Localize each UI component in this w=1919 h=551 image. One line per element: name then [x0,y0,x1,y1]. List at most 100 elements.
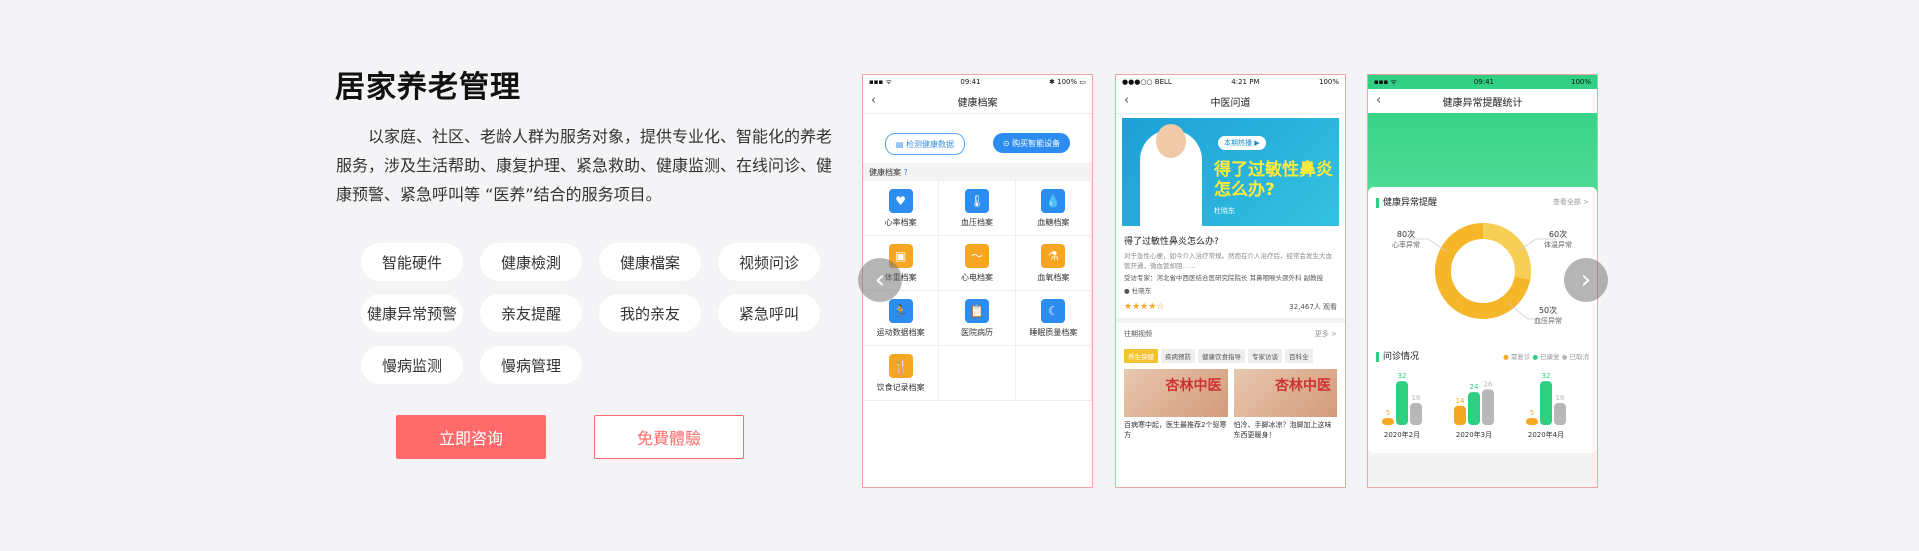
empty-cell [939,346,1016,401]
video-item[interactable]: 杏林中医 百病寒中起，医生最推荐2个驱寒方 [1124,369,1228,443]
feature-tag[interactable]: 健康檢測 [480,243,582,281]
x-tick-label: 2020年3月 [1456,430,1492,439]
bar-value-label: 26 [1484,380,1493,388]
feature-tag[interactable]: 健康檔案 [599,243,701,281]
screen-title: 中医问道 [1210,97,1251,109]
back-icon[interactable]: ‹ [1376,93,1381,108]
record-item-label: 运动数据档案 [876,327,925,337]
page-title: 居家养老管理 [335,70,521,105]
status-time: 09:41 [1473,78,1495,86]
feature-tag[interactable]: 智能硬件 [361,243,463,281]
check-health-data-button[interactable]: ▤ 检测健康数据 [884,133,966,155]
donut-label-heart: 80次 心率异常 [1392,230,1420,249]
consult-card: 问诊情况 ● 需复诊 ● 已康复 ● 已取消 5 32 16 2020年2月 14 24 2… [1368,341,1597,453]
chevron-left-icon: ‹ [874,265,886,295]
bar-0 [1526,418,1538,425]
record-item[interactable]: ☾ 睡眠质量档案 [1015,291,1092,346]
record-item[interactable]: 💧 血糖档案 [1015,181,1092,236]
record-item[interactable]: ⚗ 血氧档案 [1015,236,1092,291]
category-tabs: 养生保健 疾病预防 健康饮食指导 专家访谈 百科全 [1116,345,1345,367]
bar-value-label: 5 [1530,409,1534,417]
question-title[interactable]: 得了过敏性鼻炎怎么办? [1116,230,1345,251]
buy-device-button[interactable]: ⊙ 购买智能设备 [992,133,1071,153]
carrier: ●●●○○ BELL [1122,78,1172,86]
feature-tag[interactable]: 视频问诊 [718,243,820,281]
battery-level: 100% [1570,78,1591,86]
category-tab[interactable]: 百科全 [1285,349,1313,363]
moon-icon: ☾ [1041,298,1066,323]
thermometer-icon: 🌡 [964,188,989,213]
ecg-icon: 〜 [964,243,989,268]
bar-value-label: 16 [1412,394,1421,402]
view-all-link[interactable]: 查看全部 > [1553,197,1589,207]
category-tab[interactable]: 疾病预防 [1161,349,1195,363]
doctor-name: 杜晓东 [1131,287,1152,295]
consult-bar-chart: 5 32 16 2020年2月 14 24 26 2020年3月 5 32 16 2020年4月 [1382,372,1566,439]
record-item-label: 医院病历 [960,327,993,337]
help-icon[interactable]: ? [904,168,908,177]
banner-doctor: 杜晓东 [1214,207,1235,215]
x-tick-label: 2020年2月 [1384,430,1420,439]
consult-button[interactable]: 立即咨询 [396,415,546,459]
page-description: 以家庭、社区、老龄人群为服务对象，提供专业化、智能化的养老服务，涉及生活帮助、康… [336,127,833,204]
past-videos-label: 往期视频 [1124,330,1152,338]
feature-tag[interactable]: 慢病管理 [480,346,582,384]
phone-tcm: ●●●○○ BELL 4:21 PM 100% ‹ 中医问道 本期热播 ▶ 得了… [1115,74,1346,488]
alert-title: 健康异常提醒 [1383,198,1438,208]
record-item[interactable]: 📋 医院病历 [939,291,1016,346]
video-list: 杏林中医 百病寒中起，医生最推荐2个驱寒方 杏林中医 怕冷、手脚冰凉？泡脚加上这味东西… [1116,367,1345,445]
bar-value-label: 24 [1470,383,1479,391]
record-item[interactable]: 〜心电档案 [939,236,1016,291]
record-item-label: 血氧档案 [1037,272,1070,282]
bar-2 [1410,403,1422,425]
category-tab[interactable]: 养生保健 [1124,349,1158,363]
drop-icon: 💧 [1041,188,1066,213]
section-title: 健康档案 [869,167,901,177]
feature-tag[interactable]: 健康异常预警 [361,294,463,332]
bar-value-label: 16 [1556,394,1565,402]
doc-icon: ▤ [895,139,907,149]
bar-1 [1396,381,1408,425]
video-banner[interactable]: 本期热播 ▶ 得了过敏性鼻炎 怎么办? 杜晓东 [1122,118,1339,226]
thumbnail-calligraphy: 杏林中医 [1165,378,1222,394]
free-trial-button[interactable]: 免費體驗 [594,415,744,459]
back-icon[interactable]: ‹ [1124,93,1129,108]
next-arrow[interactable]: › [1564,258,1608,302]
run-icon: 🏃 [888,298,913,323]
bar-1 [1540,381,1552,425]
chevron-right-icon: › [1580,265,1592,295]
status-time: 09:41 [960,78,981,86]
video-item[interactable]: 杏林中医 怕冷、手脚冰凉？泡脚加上这味东西更暖身！ [1233,369,1337,443]
screen-title: 健康异常提醒统计 [1442,97,1523,109]
record-item-label: 血糖档案 [1037,217,1070,227]
record-item[interactable]: 🍴 饮食记录档案 [863,346,940,401]
record-item-label: 睡眠质量档案 [1029,327,1078,337]
feature-tag[interactable]: 紧急呼叫 [718,294,820,332]
feature-tag[interactable]: 慢病监测 [361,346,463,384]
category-tab[interactable]: 专家访谈 [1248,349,1282,363]
question-text: 对于急性心梗，如今介入治疗常规。然而在介入治疗后，经常会发生大血管开通，微血管却… [1124,252,1332,270]
more-link[interactable]: 更多 > [1315,329,1337,339]
feature-tag[interactable]: 我的亲友 [599,294,701,332]
empty-cell [1015,346,1092,401]
battery-level: 100% [1318,78,1339,86]
record-item-label: 心电档案 [960,272,993,282]
bar-value-label: 5 [1386,409,1390,417]
video-thumbnail: 杏林中医 [1124,369,1228,417]
cart-icon: ⊙ [1002,138,1013,148]
video-thumbnail: 杏林中医 [1233,369,1337,417]
flask-icon: ⚗ [1041,243,1066,268]
back-icon[interactable]: ‹ [871,93,876,108]
view-count: 32,467人 观看 [1289,303,1337,311]
status-time: 4:21 PM [1231,78,1260,86]
feature-tag[interactable]: 亲友提醒 [480,294,582,332]
hot-badge: 本期热播 ▶ [1218,136,1266,150]
fork-icon: 🍴 [888,353,913,378]
prev-arrow[interactable]: ‹ [858,258,902,302]
record-item[interactable]: 🌡 血压档案 [939,181,1016,236]
record-item[interactable]: ♥ 心率档案 [863,181,940,236]
battery-icon: ✱ [1049,78,1058,86]
clipboard-icon: 📋 [964,298,989,323]
category-tab[interactable]: 健康饮食指导 [1198,349,1245,363]
banner-headline: 得了过敏性鼻炎 怎么办? [1214,160,1333,200]
